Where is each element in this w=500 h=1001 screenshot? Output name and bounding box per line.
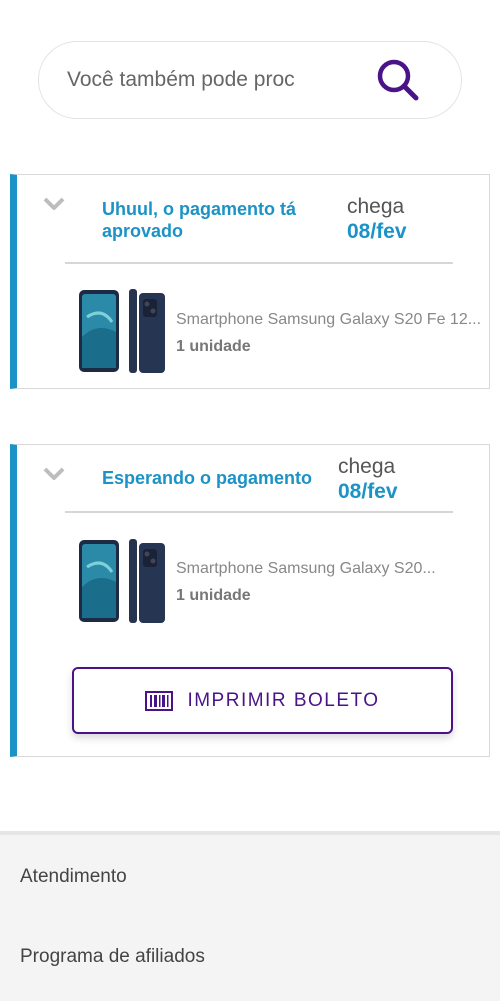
arrival-date: 08/fev	[347, 220, 407, 243]
search-icon[interactable]	[375, 58, 421, 104]
arrival-date: 08/fev	[338, 480, 398, 503]
search-input[interactable]	[67, 68, 357, 92]
chevron-down-icon[interactable]	[43, 467, 65, 481]
arrival-label: chega	[338, 455, 396, 478]
divider	[65, 511, 453, 513]
order-status: Esperando o pagamento	[102, 468, 313, 488]
product-name[interactable]: Smartphone Samsung Galaxy S20 Fe 12...	[176, 311, 483, 329]
barcode-icon	[145, 690, 174, 711]
footer-link-afiliados[interactable]: Programa de afiliados	[20, 946, 205, 968]
order-card: Esperando o pagamento chega 08/fev Smart…	[10, 444, 490, 757]
footer-link-atendimento[interactable]: Atendimento	[20, 866, 127, 888]
footer: Atendimento Programa de afiliados	[0, 831, 500, 1001]
order-status: Uhuul, o pagamento tá aprovado	[102, 199, 297, 241]
order-card: Uhuul, o pagamento tá aprovado chega 08/…	[10, 174, 490, 389]
divider	[65, 262, 453, 264]
product-image[interactable]	[77, 287, 167, 375]
product-image[interactable]	[77, 537, 167, 625]
product-quantity: 1 unidade	[176, 338, 251, 355]
search-bar[interactable]	[38, 41, 462, 119]
arrival-label: chega	[347, 195, 405, 218]
product-name[interactable]: Smartphone Samsung Galaxy S20...	[176, 560, 438, 578]
print-boleto-label: IMPRIMIR BOLETO	[187, 689, 380, 711]
chevron-down-icon[interactable]	[43, 197, 65, 211]
product-quantity: 1 unidade	[176, 587, 251, 604]
print-boleto-button[interactable]: IMPRIMIR BOLETO	[72, 667, 453, 734]
